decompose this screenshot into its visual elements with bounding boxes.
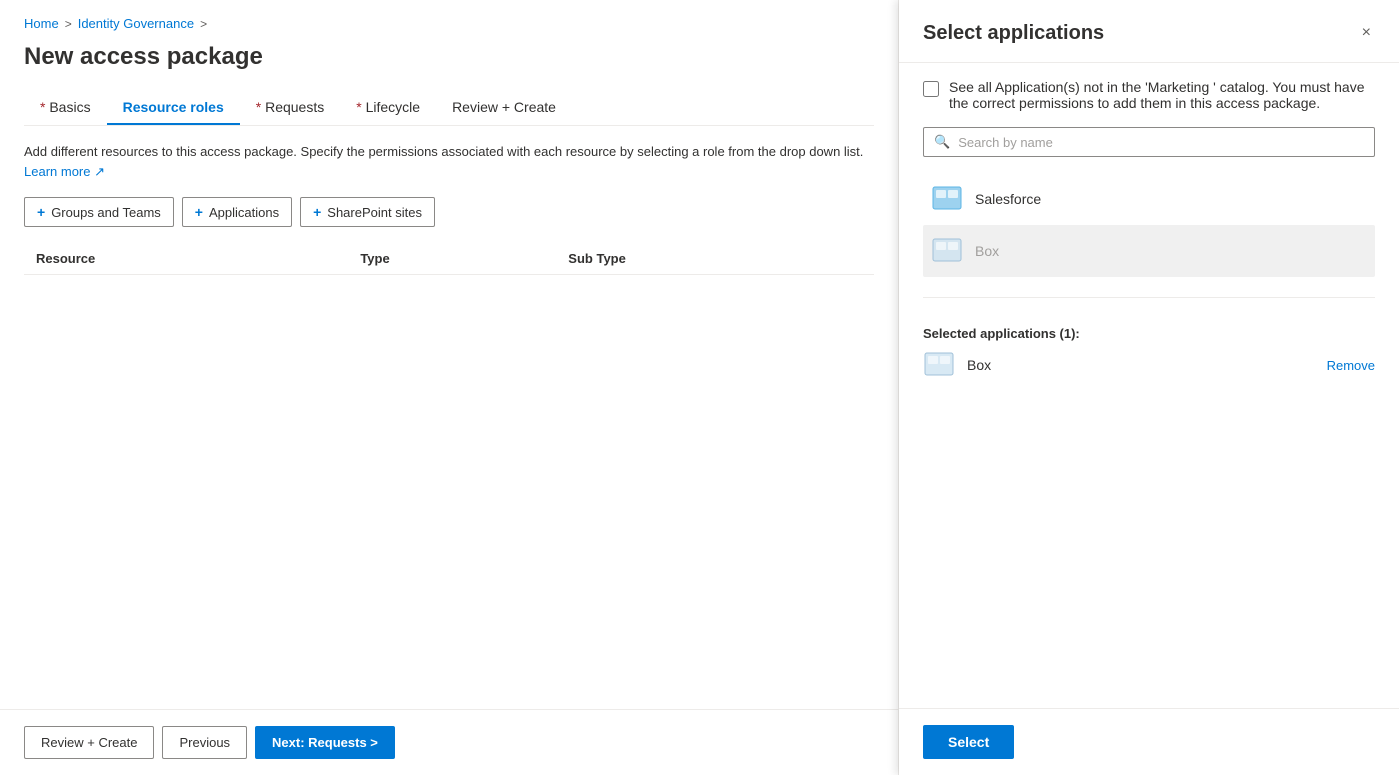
search-box: 🔍: [923, 127, 1375, 157]
breadcrumb-sep1: >: [65, 17, 72, 31]
applications-button[interactable]: + Applications: [182, 197, 292, 227]
panel-footer: Select: [899, 708, 1399, 775]
sharepoint-plus-icon: +: [313, 204, 321, 220]
review-create-button[interactable]: Review + Create: [24, 726, 154, 759]
catalog-notice-container: See all Application(s) not in the 'Marke…: [923, 79, 1375, 111]
breadcrumb-sep2: >: [200, 17, 207, 31]
bottom-bar: Review + Create Previous Next: Requests …: [0, 709, 898, 775]
remove-box-button[interactable]: Remove: [1327, 358, 1375, 373]
breadcrumb: Home > Identity Governance >: [24, 16, 874, 31]
tabs-container: * Basics Resource roles * Requests * Lif…: [24, 91, 874, 126]
panel-body: See all Application(s) not in the 'Marke…: [899, 63, 1399, 708]
col-resource: Resource: [24, 243, 348, 275]
catalog-notice-checkbox[interactable]: [923, 81, 939, 97]
app-item-salesforce[interactable]: Salesforce: [923, 173, 1375, 225]
groups-teams-plus-icon: +: [37, 204, 45, 220]
breadcrumb-identity-governance[interactable]: Identity Governance: [78, 16, 194, 31]
sharepoint-sites-button[interactable]: + SharePoint sites: [300, 197, 435, 227]
search-input[interactable]: [958, 135, 1364, 150]
selected-box-name: Box: [967, 357, 991, 373]
selected-app-item-box: Box Remove: [923, 341, 1375, 389]
select-button[interactable]: Select: [923, 725, 1014, 759]
app-list: Salesforce Box: [923, 173, 1375, 277]
groups-teams-label: Groups and Teams: [51, 205, 161, 220]
selected-section-title: Selected applications (1):: [923, 326, 1375, 341]
search-icon: 🔍: [934, 134, 950, 150]
panel-title: Select applications: [923, 22, 1104, 45]
page-title: New access package: [24, 43, 874, 71]
groups-teams-button[interactable]: + Groups and Teams: [24, 197, 174, 227]
tab-review-create[interactable]: Review + Create: [436, 91, 572, 125]
tab-basics[interactable]: * Basics: [24, 91, 107, 125]
app-item-box[interactable]: Box: [923, 225, 1375, 277]
selected-section: Selected applications (1): Box Remove: [923, 318, 1375, 389]
salesforce-icon: [931, 183, 963, 215]
catalog-notice-text: See all Application(s) not in the 'Marke…: [949, 79, 1375, 111]
col-sub-type: Sub Type: [556, 243, 874, 275]
main-content: Home > Identity Governance > New access …: [0, 0, 899, 775]
box-icon: [931, 235, 963, 267]
resource-table: Resource Type Sub Type: [24, 243, 874, 275]
app-box-name: Box: [975, 243, 999, 259]
breadcrumb-home[interactable]: Home: [24, 16, 59, 31]
app-salesforce-name: Salesforce: [975, 191, 1041, 207]
side-panel: Select applications × See all Applicatio…: [899, 0, 1399, 775]
applications-plus-icon: +: [195, 204, 203, 220]
sharepoint-label: SharePoint sites: [327, 205, 422, 220]
panel-close-button[interactable]: ×: [1358, 20, 1375, 46]
divider: [923, 297, 1375, 298]
panel-header: Select applications ×: [899, 0, 1399, 63]
selected-box-icon: [923, 349, 955, 381]
col-type: Type: [348, 243, 556, 275]
tab-requests[interactable]: * Requests: [240, 91, 341, 125]
applications-label: Applications: [209, 205, 279, 220]
tab-lifecycle[interactable]: * Lifecycle: [340, 91, 436, 125]
next-requests-button[interactable]: Next: Requests >: [255, 726, 395, 759]
tab-resource-roles[interactable]: Resource roles: [107, 91, 240, 125]
tab-description: Add different resources to this access p…: [24, 142, 874, 181]
learn-more-link[interactable]: Learn more ↗: [24, 164, 105, 179]
action-buttons: + Groups and Teams + Applications + Shar…: [24, 197, 874, 227]
previous-button[interactable]: Previous: [162, 726, 247, 759]
